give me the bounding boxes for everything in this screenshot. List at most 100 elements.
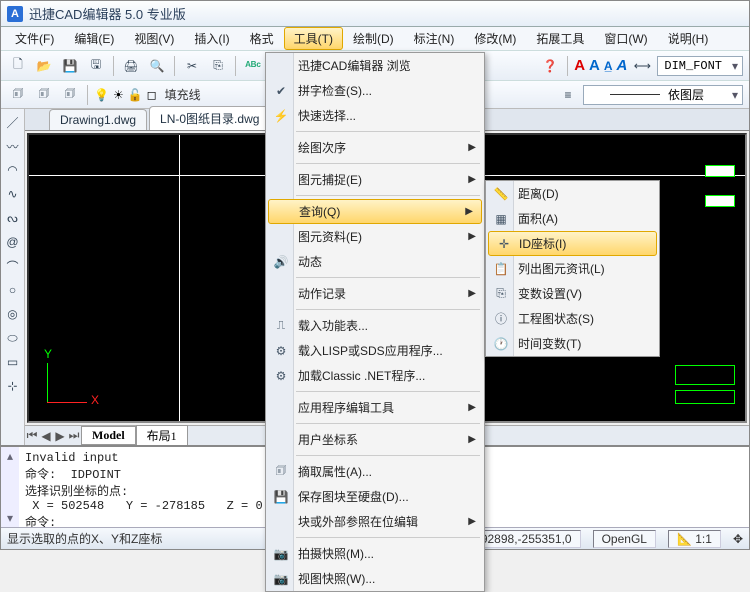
menu-edit[interactable]: 编辑(E) bbox=[64, 27, 124, 50]
spellcheck-icon[interactable]: ᴬᴮᶜ bbox=[242, 55, 264, 77]
tools-menu-item[interactable]: ✔拼字检查(S)... bbox=[266, 78, 484, 103]
text-style-d-icon[interactable]: A bbox=[617, 57, 628, 74]
cmd-scroll[interactable]: ▴▾ bbox=[1, 447, 19, 527]
menu-item-label: 摘取属性(A)... bbox=[298, 463, 372, 480]
saveall-icon[interactable]: 🖫 bbox=[85, 55, 107, 77]
preview-icon[interactable]: 🔍 bbox=[146, 55, 168, 77]
query-menu-item[interactable]: ✛ID座标(I) bbox=[488, 231, 657, 256]
tools-menu-item[interactable]: 用户坐标系▶ bbox=[266, 427, 484, 452]
arc-tool-icon[interactable]: ◠ bbox=[4, 161, 22, 179]
text-style-b-icon[interactable]: A bbox=[589, 57, 600, 74]
query-menu-item[interactable]: ⎘变数设置(V) bbox=[486, 281, 659, 306]
layout-nav-prev[interactable]: ◀ bbox=[39, 429, 53, 443]
spiral-tool-icon[interactable]: @ bbox=[4, 233, 22, 251]
sun-icon[interactable]: ☀ bbox=[113, 88, 124, 102]
query-menu-item[interactable]: ⓘ工程图状态(S) bbox=[486, 306, 659, 331]
menu-tools[interactable]: 工具(T) bbox=[284, 27, 343, 50]
layer-b-icon[interactable]: 🗊 bbox=[33, 84, 55, 106]
menu-format[interactable]: 格式 bbox=[240, 27, 284, 50]
query-menu-item[interactable]: 🕐时间变数(T) bbox=[486, 331, 659, 356]
menu-item-icon: ⚙ bbox=[272, 369, 290, 383]
cut-icon[interactable]: ✂ bbox=[181, 55, 203, 77]
menu-item-icon: ✔ bbox=[272, 84, 290, 98]
marker-tool-icon[interactable]: ⊹ bbox=[4, 377, 22, 395]
tools-menu-item[interactable]: 🗊摘取属性(A)... bbox=[266, 459, 484, 484]
tools-menu-item[interactable]: 应用程序编辑工具▶ bbox=[266, 395, 484, 420]
tools-menu-item[interactable]: 📷拍摄快照(M)... bbox=[266, 541, 484, 566]
menu-item-icon: ✛ bbox=[495, 237, 513, 251]
tools-menu-item[interactable]: ⚙载入LISP或SDS应用程序... bbox=[266, 338, 484, 363]
new-icon[interactable]: 🗋 bbox=[7, 55, 29, 77]
doc-tab-1[interactable]: Drawing1.dwg bbox=[49, 109, 147, 130]
help-icon[interactable]: ❓ bbox=[539, 55, 561, 77]
tools-menu-item[interactable]: 块或外部参照在位编辑▶ bbox=[266, 509, 484, 534]
layout-nav-next[interactable]: ▶ bbox=[53, 429, 67, 443]
menu-item-label: 工程图状态(S) bbox=[518, 310, 594, 327]
tools-menu-item[interactable]: 绘图次序▶ bbox=[266, 135, 484, 160]
tools-menu-item[interactable]: 动作记录▶ bbox=[266, 281, 484, 306]
square-icon[interactable]: ◻ bbox=[147, 88, 157, 102]
tools-dropdown: 迅捷CAD编辑器 浏览✔拼字检查(S)...⚡快速选择... 绘图次序▶ 图元捕捉(… bbox=[265, 52, 485, 592]
menu-view[interactable]: 视图(V) bbox=[124, 27, 184, 50]
tools-menu-item[interactable]: ⚡快速选择... bbox=[266, 103, 484, 128]
save-icon[interactable]: 💾 bbox=[59, 55, 81, 77]
bulb-icon[interactable]: 💡 bbox=[94, 88, 109, 102]
status-scale[interactable]: 📐 1:1 bbox=[668, 530, 721, 548]
doc-tab-2[interactable]: LN-0图纸目录.dwg bbox=[149, 106, 270, 130]
line-tool-icon[interactable]: ／ bbox=[4, 113, 22, 131]
menu-item-label: 变数设置(V) bbox=[518, 285, 582, 302]
query-menu-item[interactable]: 📋列出图元资讯(L) bbox=[486, 256, 659, 281]
menu-extend[interactable]: 拓展工具 bbox=[526, 27, 594, 50]
menu-insert[interactable]: 插入(I) bbox=[184, 27, 239, 50]
status-renderer: OpenGL bbox=[593, 530, 656, 548]
tools-menu-item[interactable]: ⚙加载Classic .NET程序... bbox=[266, 363, 484, 388]
ellipse-tool-icon[interactable]: ⬭ bbox=[4, 329, 22, 347]
tools-menu-item[interactable]: 📷视图快照(W)... bbox=[266, 566, 484, 591]
ring-tool-icon[interactable]: ◎ bbox=[4, 305, 22, 323]
dim-icon[interactable]: ⟷ bbox=[631, 55, 653, 77]
menu-item-label: 视图快照(W)... bbox=[298, 570, 375, 587]
status-more-icon[interactable]: ✥ bbox=[733, 532, 743, 546]
open-icon[interactable]: 📂 bbox=[33, 55, 55, 77]
menu-modify[interactable]: 修改(M) bbox=[464, 27, 526, 50]
rect-tool-icon[interactable]: ▭ bbox=[4, 353, 22, 371]
menu-item-icon: ⚙ bbox=[272, 344, 290, 358]
lock-icon[interactable]: 🔓 bbox=[128, 88, 143, 102]
menu-dimension[interactable]: 标注(N) bbox=[404, 27, 465, 50]
tools-menu-item[interactable]: 图元资料(E)▶ bbox=[266, 224, 484, 249]
freehand-tool-icon[interactable]: ᔓ bbox=[4, 209, 22, 227]
copy-icon[interactable]: ⎘ bbox=[207, 55, 229, 77]
query-menu-item[interactable]: ▦面积(A) bbox=[486, 206, 659, 231]
menu-window[interactable]: 窗口(W) bbox=[594, 27, 657, 50]
tools-menu-item[interactable]: 🔊动态 bbox=[266, 249, 484, 274]
layout-nav-first[interactable]: ⏮ bbox=[25, 428, 39, 443]
menu-help[interactable]: 说明(H) bbox=[658, 27, 719, 50]
print-icon[interactable]: 🖨 bbox=[120, 55, 142, 77]
polyline-tool-icon[interactable]: 〰 bbox=[4, 137, 22, 155]
tools-menu-item[interactable]: ⎍载入功能表... bbox=[266, 313, 484, 338]
menu-draw[interactable]: 绘制(D) bbox=[343, 27, 404, 50]
text-style-a-icon[interactable]: A bbox=[574, 57, 585, 74]
linetype-icon[interactable]: ≡ bbox=[557, 84, 579, 106]
layout-tab-1[interactable]: 布局1 bbox=[136, 425, 188, 446]
menu-file[interactable]: 文件(F) bbox=[5, 27, 64, 50]
layer-a-icon[interactable]: 🗊 bbox=[7, 84, 29, 106]
menu-item-label: 图元捕捉(E) bbox=[298, 171, 362, 188]
bylayer-dropdown[interactable]: 依图层 bbox=[583, 85, 743, 105]
dim-font-dropdown[interactable]: DIM_FONT bbox=[657, 56, 743, 76]
menu-item-icon: ⎍ bbox=[272, 318, 290, 333]
tools-menu-item[interactable]: 查询(Q)▶ bbox=[268, 199, 482, 224]
spline-tool-icon[interactable]: ∿ bbox=[4, 185, 22, 203]
tools-menu-item[interactable]: 图元捕捉(E) ▶ bbox=[266, 167, 484, 192]
text-style-c-icon[interactable]: A̲ bbox=[604, 59, 613, 73]
submenu-arrow-icon: ▶ bbox=[468, 174, 476, 185]
circle-tool-icon[interactable]: ○ bbox=[4, 281, 22, 299]
cad-entity bbox=[705, 195, 735, 207]
layer-c-icon[interactable]: 🗊 bbox=[59, 84, 81, 106]
curve-tool-icon[interactable]: ⌒ bbox=[4, 257, 22, 275]
tools-menu-item[interactable]: 迅捷CAD编辑器 浏览 bbox=[266, 53, 484, 78]
query-menu-item[interactable]: 📏距离(D) bbox=[486, 181, 659, 206]
layout-nav-last[interactable]: ⏭ bbox=[67, 428, 81, 443]
layout-tab-model[interactable]: Model bbox=[81, 426, 136, 445]
tools-menu-item[interactable]: 💾保存图块至硬盘(D)... bbox=[266, 484, 484, 509]
